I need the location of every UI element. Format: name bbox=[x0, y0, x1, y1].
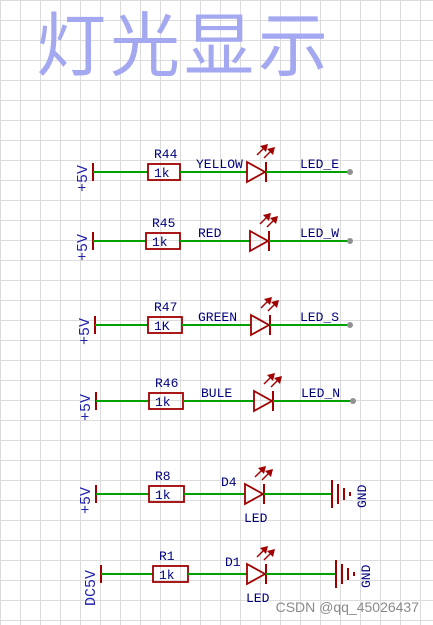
net-label: LED_E bbox=[300, 157, 339, 172]
resistor-ref: R8 bbox=[155, 469, 171, 484]
circuit-row: +5V 1k R44 YELLOW LED_E bbox=[75, 144, 353, 192]
net-pin bbox=[347, 169, 353, 175]
diode-value: LED bbox=[246, 591, 270, 606]
power-label: +5V bbox=[75, 234, 92, 261]
led-color-label: YELLOW bbox=[196, 157, 243, 172]
power-label: +5V bbox=[75, 165, 92, 192]
net-label: LED_S bbox=[300, 310, 339, 325]
net-label: LED_W bbox=[300, 226, 339, 241]
net-pin bbox=[347, 238, 353, 244]
led-diode bbox=[253, 389, 274, 413]
resistor-value: 1k bbox=[152, 235, 168, 250]
resistor-value: 1k bbox=[154, 166, 170, 181]
ground-label: GND bbox=[355, 484, 370, 508]
net-pin bbox=[347, 322, 353, 328]
power-label: +5V bbox=[78, 394, 95, 421]
resistor-ref: R46 bbox=[155, 376, 178, 391]
power-label: DC5V bbox=[83, 570, 100, 606]
power-label: +5V bbox=[78, 487, 95, 514]
resistor-value: 1k bbox=[155, 488, 171, 503]
resistor-value: 1k bbox=[155, 395, 171, 410]
circuit-row: +5V 1k R8 D4 LED GND bbox=[78, 466, 370, 526]
resistor-value: 1K bbox=[154, 319, 170, 334]
led-color-label: GREEN bbox=[198, 310, 237, 325]
diode-value: LED bbox=[244, 511, 268, 526]
watermark: CSDN @qq_45026437 bbox=[275, 599, 419, 615]
power-label: +5V bbox=[77, 318, 94, 345]
led-emission-arrow bbox=[259, 213, 271, 225]
led-schematic: +5V 1k R44 YELLOW LED_E +5V 1k R45 RED LED_W +5V 1K… bbox=[75, 144, 374, 606]
circuit-row: DC5V 1k R1 D1 LED GND bbox=[83, 546, 374, 606]
resistor-value: 1k bbox=[159, 568, 175, 583]
resistor-ref: R1 bbox=[159, 549, 175, 564]
resistor-ref: R44 bbox=[154, 147, 178, 162]
diode-ref: D1 bbox=[225, 555, 241, 570]
led-emission-arrow bbox=[256, 546, 268, 558]
net-label: LED_N bbox=[301, 386, 340, 401]
led-diode bbox=[246, 160, 267, 184]
led-color-label: BULE bbox=[201, 386, 232, 401]
led-diode bbox=[244, 482, 265, 506]
led-emission-arrow bbox=[260, 297, 272, 309]
circuit-row: +5V 1k R46 BULE LED_N bbox=[78, 373, 356, 421]
resistor-ref: R45 bbox=[152, 216, 175, 231]
led-diode bbox=[249, 229, 270, 253]
diode-ref: D4 bbox=[221, 475, 237, 490]
led-emission-arrow bbox=[263, 373, 275, 385]
circuit-row: +5V 1K R47 GREEN LED_S bbox=[77, 297, 353, 345]
led-diode bbox=[250, 313, 271, 337]
net-pin bbox=[350, 398, 356, 404]
circuit-row: +5V 1k R45 RED LED_W bbox=[75, 213, 353, 261]
led-emission-arrow bbox=[254, 466, 266, 478]
led-emission-arrow bbox=[256, 144, 268, 156]
resistor-ref: R47 bbox=[154, 300, 177, 315]
led-color-label: RED bbox=[198, 226, 222, 241]
ground-label: GND bbox=[359, 564, 374, 588]
led-diode bbox=[246, 562, 267, 586]
